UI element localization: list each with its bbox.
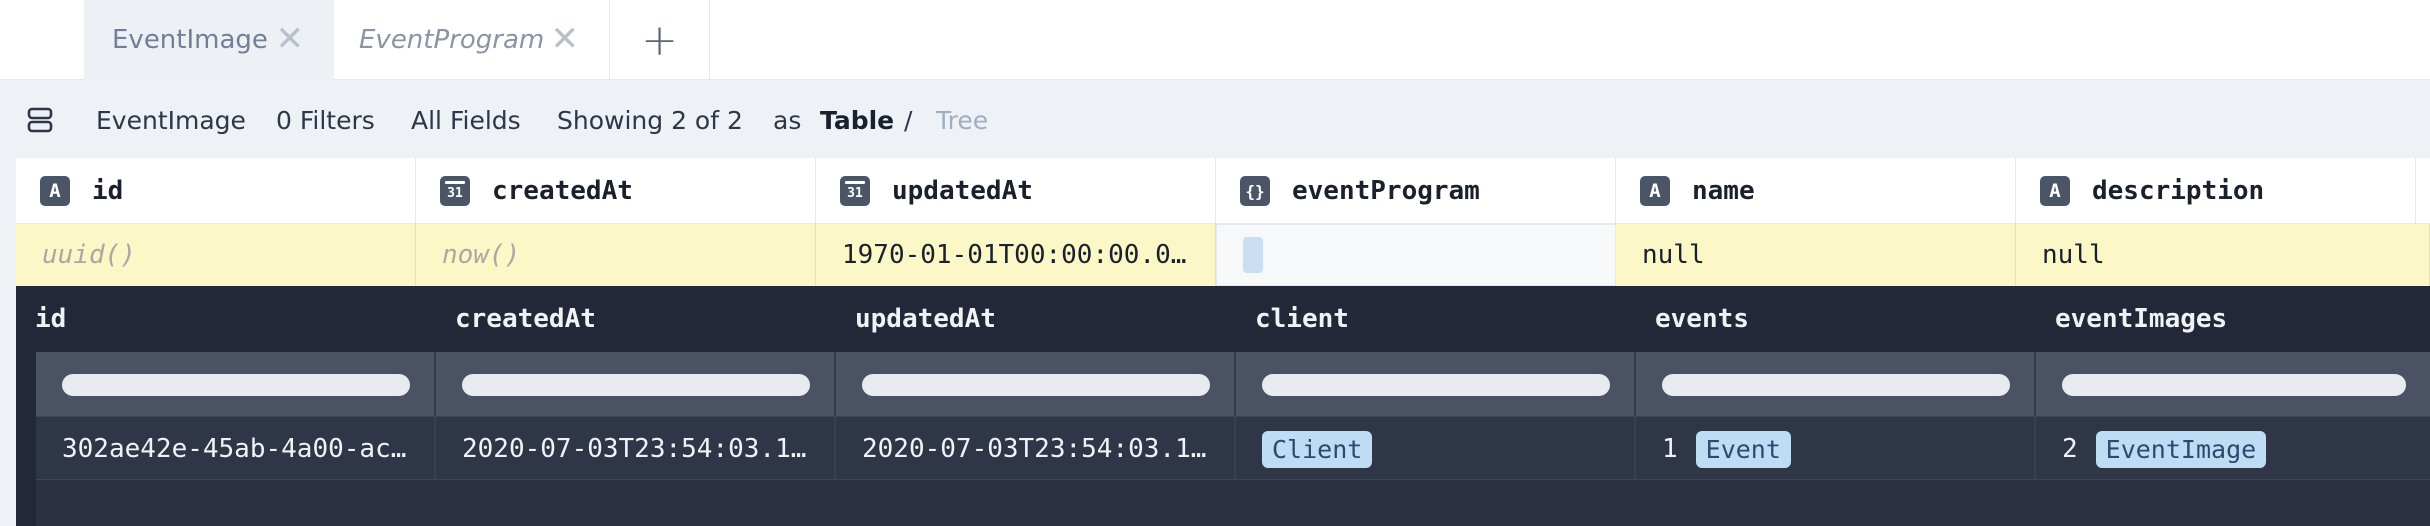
add-tab-button[interactable]: + [610,0,710,80]
relation-chip [1243,237,1263,273]
column-header-createdat[interactable]: 31 createdAt [416,158,816,224]
relation-column-eventimages[interactable]: eventImages [2036,286,2430,352]
close-icon[interactable]: ✕ [276,22,305,56]
filter-cell [436,352,836,416]
cell-description[interactable]: null [2016,224,2430,286]
events-count: 1 [1662,434,1678,464]
column-header-eventprogram[interactable]: {} eventProgram [1216,158,1616,224]
close-icon[interactable]: ✕ [551,22,580,56]
filter-cell [2036,352,2430,416]
tab-label: EventImage [112,25,268,55]
eventimage-chip[interactable]: EventImage [2095,430,2267,468]
relation-column-createdat[interactable]: createdAt [436,286,836,352]
event-chip[interactable]: Event [1695,430,1791,468]
cell-createdat[interactable]: now() [416,224,816,286]
tab-label: EventProgram [359,25,545,55]
column-header-description[interactable]: A description [2016,158,2416,224]
grid-header: A id 31 createdAt 31 updatedAt {} eventP… [16,158,2430,224]
database-icon[interactable] [27,106,53,134]
filter-input[interactable] [1662,374,2010,396]
relation-column-client[interactable]: client [1236,286,1636,352]
column-header-id[interactable]: A id [16,158,416,224]
new-record-row: uuid() now() 1970-01-01T00:00:00.0… null… [16,224,2430,286]
column-label: eventProgram [1292,176,1480,206]
view-tree-button[interactable]: Tree [936,106,988,135]
relation-panel-footer [36,480,2430,526]
eventimages-count: 2 [2062,434,2078,464]
relation-filter-row [36,352,2430,416]
relation-data-row[interactable]: 302ae42e-45ab-4a00-ac… 2020-07-03T23:54:… [36,416,2430,481]
filter-input[interactable] [462,374,810,396]
cell-updatedat[interactable]: 1970-01-01T00:00:00.0… [816,224,1216,286]
calendar-type-icon: 31 [840,176,870,206]
relation-cell-updatedat[interactable]: 2020-07-03T23:54:03.1… [836,417,1236,481]
relation-cell-client[interactable]: Client [1236,417,1636,481]
filters-button[interactable]: 0 Filters [276,106,375,135]
filter-cell [1236,352,1636,416]
column-header-name[interactable]: A name [1616,158,2016,224]
relation-panel-header: id createdAt updatedAt client events eve… [16,286,2430,352]
text-type-icon: A [1640,176,1670,206]
tab-eventprogram[interactable]: EventProgram ✕ [334,0,610,80]
column-label: name [1692,176,1755,206]
client-chip[interactable]: Client [1262,430,1373,468]
filter-cell [836,352,1236,416]
tab-bar: EventImage ✕ EventProgram ✕ + [0,0,2430,80]
cell-id[interactable]: uuid() [16,224,416,286]
model-selector[interactable]: EventImage [96,106,246,135]
column-label: updatedAt [892,176,1033,206]
toolbar: EventImage 0 Filters All Fields Showing … [0,80,2430,160]
filter-input[interactable] [1262,374,1610,396]
filter-cell [36,352,436,416]
view-table-button[interactable]: Table [820,106,894,135]
calendar-type-icon: 31 [440,176,470,206]
relation-column-events[interactable]: events [1636,286,2036,352]
cell-eventprogram[interactable] [1216,224,1616,286]
column-label: id [92,176,124,206]
column-header-updatedat[interactable]: 31 updatedAt [816,158,1216,224]
tab-eventimage[interactable]: EventImage ✕ [84,0,334,80]
relation-column-id[interactable]: id [16,286,436,352]
view-separator: / [904,106,913,135]
filter-cell [1636,352,2036,416]
relation-cell-eventimages[interactable]: 2 EventImage [2036,417,2430,481]
view-as-label: as [773,106,802,135]
cell-name[interactable]: null [1616,224,2016,286]
column-label: description [2092,176,2265,206]
column-label: createdAt [492,176,633,206]
filter-input[interactable] [2062,374,2406,396]
filter-input[interactable] [62,374,410,396]
relation-type-icon: {} [1240,176,1270,206]
text-type-icon: A [2040,176,2070,206]
relation-panel: id createdAt updatedAt client events eve… [16,286,2430,526]
relation-cell-id[interactable]: 302ae42e-45ab-4a00-ac… [36,417,436,481]
filter-input[interactable] [862,374,1210,396]
record-count: Showing 2 of 2 [557,106,743,135]
relation-column-updatedat[interactable]: updatedAt [836,286,1236,352]
relation-cell-events[interactable]: 1 Event [1636,417,2036,481]
relation-cell-createdat[interactable]: 2020-07-03T23:54:03.1… [436,417,836,481]
text-type-icon: A [40,176,70,206]
fields-button[interactable]: All Fields [411,106,521,135]
